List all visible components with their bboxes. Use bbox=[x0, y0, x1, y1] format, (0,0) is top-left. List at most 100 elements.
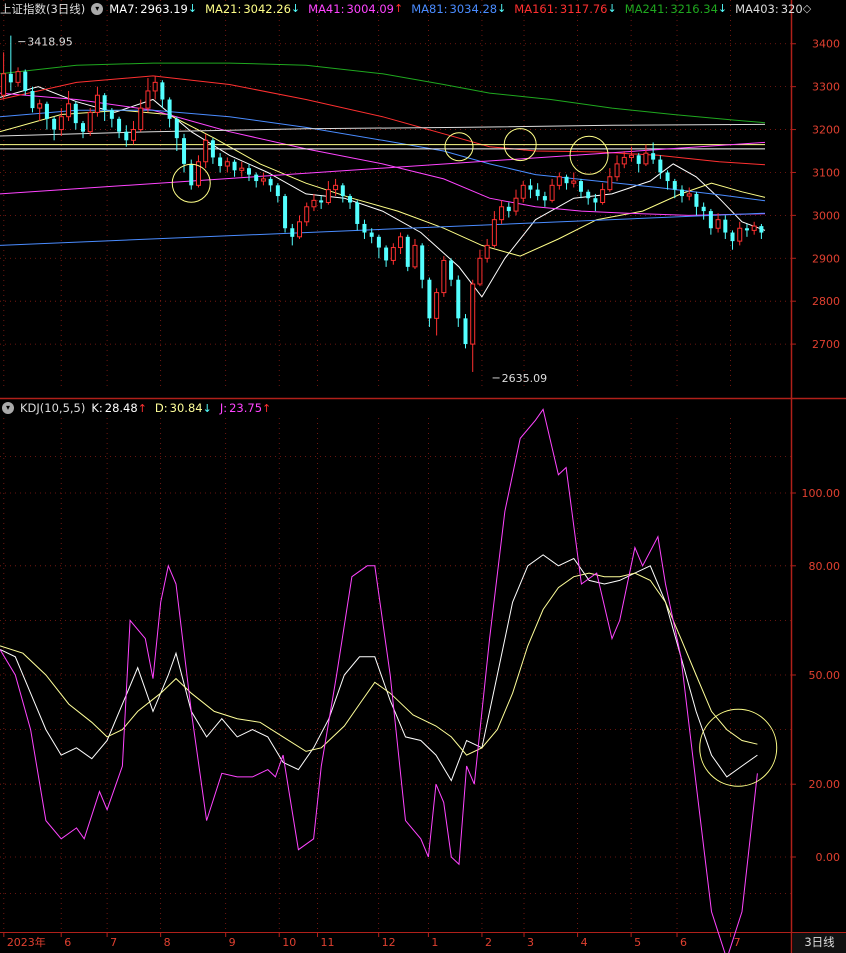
ma-label: MA403: bbox=[735, 2, 779, 16]
ma-arrow: ↓ bbox=[607, 2, 617, 15]
candle-body bbox=[571, 180, 577, 184]
ma-value: 3004.09 bbox=[346, 2, 394, 16]
stock-chart[interactable]: 2700 2800 2900 3000 3100 3200 3300 3400 0.00 20.0… bbox=[0, 0, 846, 953]
candle-body bbox=[744, 228, 749, 231]
highlight-circle bbox=[444, 132, 474, 162]
kdj-lines bbox=[0, 408, 758, 953]
index-name[interactable]: 上证指数 bbox=[0, 1, 46, 17]
candle-body bbox=[340, 185, 345, 197]
candle-body bbox=[362, 223, 367, 233]
candle-body bbox=[254, 174, 259, 182]
candle-body bbox=[44, 103, 49, 119]
kdj-j-value: 23.75 bbox=[229, 401, 263, 415]
candle-body bbox=[167, 99, 172, 119]
x-tick-label: 2023年 bbox=[7, 935, 46, 949]
candle-body bbox=[73, 103, 78, 124]
candle-body bbox=[325, 189, 331, 204]
ma-arrow: ◇ bbox=[802, 2, 812, 15]
kdj-j-arrow: ↑ bbox=[262, 401, 272, 415]
x-tick-label: 8 bbox=[164, 936, 171, 949]
candle-body bbox=[636, 155, 641, 164]
ma-legend: MA7: 2963.19 ↓ MA21: 3042.26 ↓ MA41: 3004.09 ↑ MA… bbox=[109, 2, 819, 16]
candle-body bbox=[109, 110, 114, 119]
candle-body bbox=[117, 118, 122, 132]
candle-body bbox=[680, 189, 685, 197]
y-tick-label: 3300 bbox=[812, 81, 840, 94]
annotation-label: 3418.95 bbox=[27, 36, 73, 49]
candle-body bbox=[131, 129, 137, 141]
candle-body bbox=[586, 191, 591, 199]
x-tick-label: 5 bbox=[634, 936, 641, 949]
candle-body bbox=[152, 81, 158, 92]
candle-body bbox=[23, 71, 28, 91]
candle-body bbox=[759, 226, 764, 233]
candle-body bbox=[694, 193, 699, 207]
candle-body bbox=[239, 167, 245, 171]
kdj-panel-header: ▾ KDJ(10,5,5) K: 28.48 ↑ D: 30.84 ↓ J: 2… bbox=[0, 399, 279, 417]
x-tick-label: 3 bbox=[527, 936, 534, 949]
x-tick-label: 10 bbox=[282, 936, 296, 949]
series-line bbox=[0, 62, 766, 124]
candle-body bbox=[398, 236, 404, 249]
candle-body bbox=[174, 118, 179, 139]
candle-body bbox=[513, 197, 519, 212]
x-tick-label: 1 bbox=[431, 936, 438, 949]
candle-body bbox=[520, 184, 526, 199]
candle-body bbox=[52, 118, 57, 130]
candle-body bbox=[297, 221, 303, 238]
candle-body bbox=[355, 202, 360, 224]
x-tick-label: 2 bbox=[485, 936, 492, 949]
candle-body bbox=[260, 178, 266, 182]
candle-body bbox=[138, 107, 144, 131]
timeframe-button[interactable]: 3日线 bbox=[793, 933, 846, 953]
candle-body bbox=[441, 259, 447, 294]
candles bbox=[1, 35, 764, 372]
candle-body bbox=[1, 73, 7, 96]
candle-body bbox=[628, 154, 634, 158]
annotation-label: 2635.09 bbox=[502, 372, 547, 385]
kdj-d-value: 30.84 bbox=[169, 401, 203, 415]
ma-value: 3117.76 bbox=[559, 2, 608, 16]
y-tick-label: 80.00 bbox=[809, 560, 841, 573]
series-line bbox=[0, 123, 766, 137]
candle-body bbox=[218, 157, 223, 167]
ma-arrow: ↑ bbox=[394, 2, 404, 15]
candle-body bbox=[384, 247, 389, 261]
y-tick-label: 2800 bbox=[812, 295, 840, 308]
highlight-circle bbox=[699, 708, 778, 787]
candle-body bbox=[528, 185, 533, 190]
settings-icon[interactable]: ▾ bbox=[2, 402, 14, 414]
ma-value: 320 bbox=[780, 2, 803, 16]
ma-label: MA21: bbox=[205, 2, 242, 16]
candle-body bbox=[420, 245, 425, 280]
x-tick-label: 12 bbox=[382, 936, 396, 949]
candle-body bbox=[376, 236, 381, 248]
kdj-d-label: D: bbox=[154, 401, 168, 415]
candle-body bbox=[145, 90, 151, 109]
candle-body bbox=[737, 227, 743, 242]
candle-body bbox=[549, 184, 555, 201]
candle-body bbox=[8, 73, 13, 83]
candle-body bbox=[542, 196, 547, 201]
candle-body bbox=[369, 232, 374, 237]
y-tick-label: 3200 bbox=[812, 124, 840, 137]
x-tick-label: 6 bbox=[680, 936, 687, 949]
ma-arrow: ↓ bbox=[290, 2, 301, 15]
candle-body bbox=[182, 138, 187, 164]
candle-body bbox=[484, 244, 490, 259]
ma-arrow: ↓ bbox=[497, 2, 507, 15]
kdj-d-arrow: ↓ bbox=[202, 401, 212, 415]
ma-lines bbox=[0, 62, 766, 298]
candle-body bbox=[477, 257, 483, 285]
candle-body bbox=[160, 82, 165, 100]
candle-body bbox=[600, 189, 606, 204]
x-tick-label: 4 bbox=[581, 936, 588, 949]
candle-body bbox=[449, 260, 454, 280]
series-line bbox=[0, 75, 766, 166]
candle-body bbox=[412, 244, 418, 268]
candle-body bbox=[348, 196, 353, 203]
candle-body bbox=[491, 219, 497, 246]
kdj-title[interactable]: KDJ(10,5,5) bbox=[20, 401, 85, 415]
settings-icon[interactable]: ▾ bbox=[91, 3, 104, 15]
candle-body bbox=[665, 172, 670, 182]
